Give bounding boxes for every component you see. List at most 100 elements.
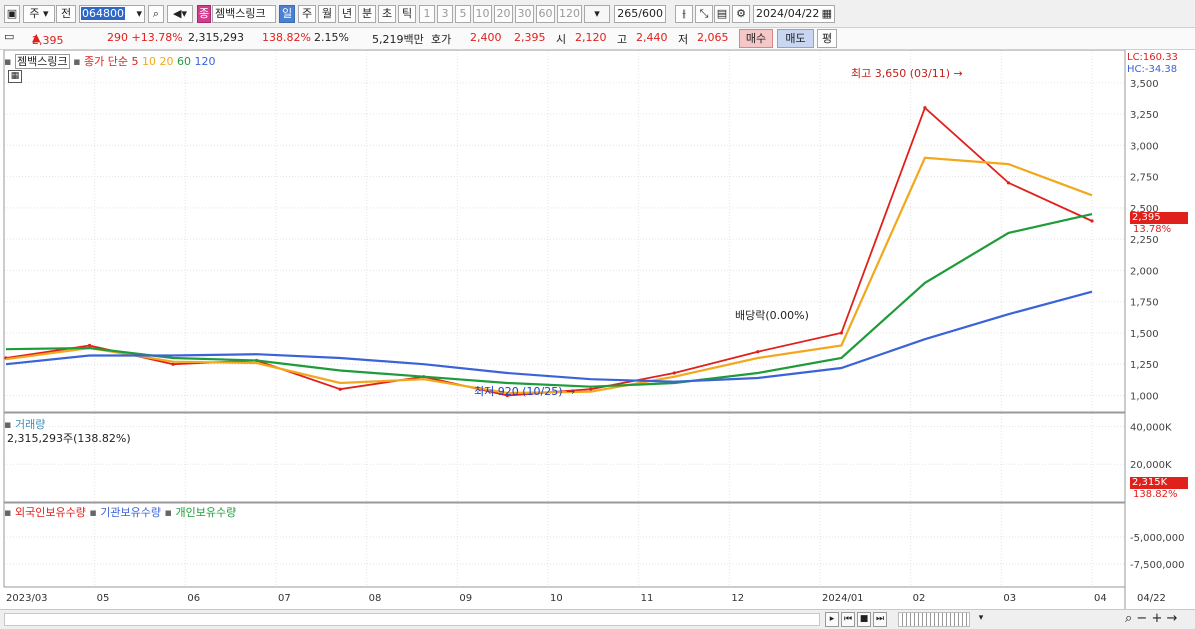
chevron-down-icon: ▾ (136, 7, 142, 20)
volume-y-tick: 20,000K (1130, 460, 1172, 471)
tab-weekly[interactable]: 주 (298, 5, 316, 23)
interval-60[interactable]: 60 (536, 5, 555, 23)
calendar-icon: ▦ (821, 7, 832, 20)
zoom-controls: ⌕ − + → (1125, 611, 1177, 626)
interval-1[interactable]: 1 (419, 5, 435, 23)
ask-label: 호가 (431, 33, 452, 46)
scroll-right-icon[interactable]: ▸ (825, 612, 839, 627)
x-tick-label: 02 (913, 593, 926, 604)
low-annotation: 최저 920 (10/25) → (474, 385, 576, 398)
legend-marker-icon: ▪ (4, 55, 12, 68)
tab-yearly[interactable]: 년 (338, 5, 356, 23)
rewind-icon[interactable]: ⏮ (841, 612, 855, 627)
zoom-in-icon[interactable]: + (1151, 611, 1162, 626)
scroll-right-icon[interactable]: → (1167, 611, 1178, 626)
date-value: 2024/04/22 (756, 7, 820, 20)
volume-current-tag: 2,315K (1130, 477, 1188, 489)
window-icon[interactable]: ▣ (4, 5, 20, 23)
search-icon[interactable]: ⌕ (1125, 611, 1132, 626)
ma-point (171, 362, 175, 366)
interval-30[interactable]: 30 (515, 5, 534, 23)
tools-icon[interactable]: ⤡ (695, 5, 713, 23)
ma-point (756, 350, 760, 354)
legend-marker-icon: ▪ (73, 55, 81, 68)
legend-marker-icon: ▪ (89, 506, 97, 519)
forward-icon[interactable]: ⏭ (873, 612, 887, 627)
zoom-out-icon[interactable]: − (1136, 611, 1147, 626)
prev-button[interactable]: 전 (56, 5, 76, 23)
ma-series-line (5, 290, 1093, 383)
horizontal-scrollbar[interactable] (4, 613, 820, 626)
tab-monthly[interactable]: 월 (318, 5, 336, 23)
y-tick-label: 3,000 (1130, 141, 1159, 152)
candle-icon[interactable]: ⫲ (675, 5, 693, 23)
holding-y-tick: -7,500,000 (1130, 560, 1185, 571)
x-tick-label: 05 (97, 593, 110, 604)
ma-60: 60 (177, 55, 192, 68)
low-label: 저 (678, 33, 689, 46)
y-tick-label: 2,750 (1130, 173, 1159, 184)
x-tick-label: 2023/03 (6, 593, 48, 604)
speaker-icon[interactable]: ◀▾ (167, 5, 193, 23)
period-type-dropdown[interactable]: 주 ▾ (23, 5, 55, 23)
dividend-annotation: 배당락(0.00%) (735, 309, 809, 322)
x-tick-label: 04/22 (1137, 593, 1166, 604)
y-tick-label: 1,500 (1130, 329, 1159, 340)
ma-point (1090, 219, 1094, 223)
holding-y-tick: -5,000,000 (1130, 533, 1185, 544)
stock-name[interactable]: 젬백스링크 (212, 5, 276, 23)
open-label: 시 (556, 33, 567, 46)
stock-code-input[interactable]: 064800 ▾ (79, 5, 145, 23)
tab-second[interactable]: 초 (378, 5, 396, 23)
price-change: 290 +13.78% (107, 31, 183, 44)
zoom-slider[interactable] (898, 612, 970, 627)
quote-bar: ▭ 2,395 ▲ 290 +13.78% 2,315,293 138.82% … (0, 28, 1195, 50)
ma-point (672, 371, 676, 375)
gear-icon[interactable]: ⚙ (732, 5, 750, 23)
tab-daily[interactable]: 일 (279, 5, 295, 23)
volume-y-tick: 40,000K (1130, 422, 1172, 433)
ma-point (338, 387, 342, 391)
tab-tick[interactable]: 틱 (398, 5, 416, 23)
individual-holding-label: 개인보유수량 (175, 506, 237, 519)
tab-minute[interactable]: 분 (358, 5, 376, 23)
foreign-holding-label: 외국인보유수량 (14, 506, 86, 519)
avg-button[interactable]: 평 (817, 29, 837, 48)
toolbar: ▣ 주 ▾ 전 064800 ▾ ⌕ ◀▾ 종 젬백스링크 일 주 월 년 분 초… (0, 0, 1195, 28)
chevron-down-icon[interactable]: ▾ (974, 612, 988, 627)
current-price-value: 2,395 (32, 34, 64, 47)
y-tick-label: 3,500 (1130, 79, 1159, 90)
y-tick-label: 2,000 (1130, 266, 1159, 277)
interval-dropdown[interactable]: ▾ (584, 5, 610, 23)
interval-20[interactable]: 20 (494, 5, 513, 23)
stock-code-value: 064800 (81, 7, 125, 20)
search-icon[interactable]: ⌕ (148, 5, 164, 23)
interval-10[interactable]: 10 (473, 5, 492, 23)
high-annotation: 최고 3,650 (03/11) → (851, 67, 963, 80)
count-input[interactable]: 265/600 (614, 5, 666, 23)
trade-amount: 5,219백만 (372, 33, 424, 46)
sell-button[interactable]: 매도 (777, 29, 814, 48)
count-max: /600 (638, 7, 663, 20)
date-input[interactable]: 2024/04/22 ▦ (753, 5, 835, 23)
interval-3[interactable]: 3 (437, 5, 453, 23)
table-icon[interactable]: ▦ (8, 70, 22, 83)
save-icon[interactable]: ▤ (714, 5, 730, 23)
y-tick-label: 2,250 (1130, 235, 1159, 246)
interval-5[interactable]: 5 (455, 5, 471, 23)
high-price: 2,440 (636, 31, 668, 44)
x-tick-label: 04 (1094, 593, 1107, 604)
chart-svg[interactable]: 3,5003,2503,0002,7502,5002,2502,0001,750… (0, 49, 1195, 610)
ma-point (839, 331, 843, 335)
chart-area[interactable]: 3,500 3,250 3,000 2,750 2,500 2,250 2,000 1,750… (0, 49, 1195, 610)
buy-button[interactable]: 매수 (739, 29, 773, 48)
x-tick-label: 12 (731, 593, 744, 604)
current-price: 2,395 ▲ (32, 31, 64, 47)
stock-label: 젬백스링크 (14, 54, 70, 69)
interval-120[interactable]: 120 (557, 5, 582, 23)
open-price: 2,120 (575, 31, 607, 44)
high-label: 고 (617, 33, 628, 46)
stop-icon[interactable]: ■ (857, 612, 871, 627)
ma-120: 120 (194, 55, 216, 68)
bid-price: 2,395 (514, 31, 546, 44)
